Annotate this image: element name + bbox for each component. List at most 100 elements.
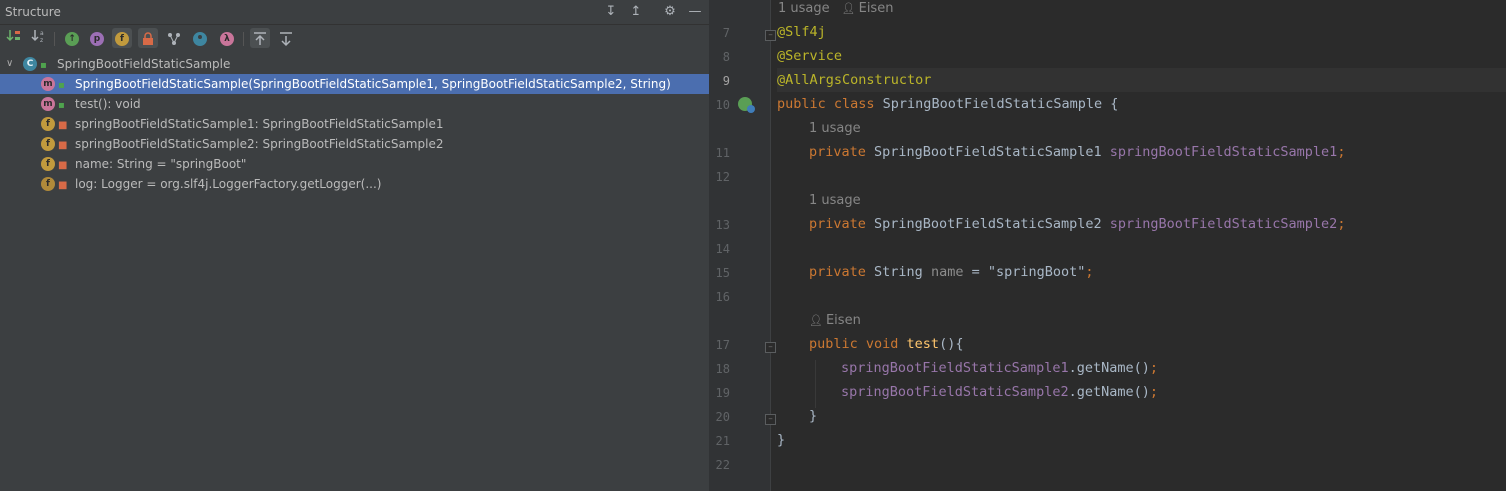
punctuation: ;: [1337, 216, 1346, 232]
lock-icon: ■: [58, 160, 68, 171]
person-icon: 👤︎: [809, 314, 823, 327]
keyword: private: [809, 264, 875, 280]
method-name: test: [906, 336, 940, 352]
annotation: @AllArgsConstructor: [777, 72, 932, 88]
punctuation: ;: [1337, 144, 1346, 160]
public-icon: ▪: [58, 100, 65, 111]
class-icon: C: [23, 57, 37, 71]
code-line: }: [777, 428, 785, 452]
punctuation: }: [777, 432, 786, 448]
line-number: 12: [715, 170, 730, 184]
method-call: .getName(): [1068, 360, 1150, 376]
expand-all-icon[interactable]: ↧: [602, 3, 620, 21]
code-line-current: @AllArgsConstructor: [777, 68, 1506, 92]
operator: =: [963, 264, 988, 280]
line-number: 8: [722, 50, 730, 64]
tree-member-row[interactable]: f ■ springBootFieldStaticSample2: Spring…: [0, 134, 709, 154]
code-line: private SpringBootFieldStaticSample1 spr…: [809, 140, 1345, 164]
string-literal: "springBoot": [987, 264, 1086, 280]
member-label: SpringBootFieldStaticSample(SpringBootFi…: [75, 77, 671, 91]
gear-icon[interactable]: ⚙: [661, 3, 679, 21]
code-line: @Slf4j: [777, 20, 826, 44]
punctuation: }: [809, 408, 818, 424]
show-lambdas-icon[interactable]: λ: [217, 28, 237, 48]
field-name: springBootFieldStaticSample2: [841, 384, 1069, 400]
unlock-icon: ▪: [40, 60, 47, 71]
code-line: @Service: [777, 44, 842, 68]
keyword: public class: [777, 96, 883, 112]
member-label: log: Logger = org.slf4j.LoggerFactory.ge…: [75, 177, 382, 191]
spring-bean-icon[interactable]: [738, 97, 755, 113]
show-interfaces-icon[interactable]: [190, 28, 210, 48]
method-icon: m: [41, 97, 55, 111]
line-number: 16: [715, 290, 730, 304]
author-hint[interactable]: 👤︎ Eisen: [809, 310, 861, 332]
field-name: springBootFieldStaticSample1: [1109, 144, 1338, 160]
usage-hint[interactable]: 1 usage 👤︎ Eisen: [778, 0, 893, 18]
code-line: public class SpringBootFieldStaticSample…: [777, 92, 1118, 116]
fold-marker-icon[interactable]: −: [765, 342, 776, 353]
svg-text:z: z: [40, 37, 43, 44]
tree-member-row[interactable]: f ■ log: Logger = org.slf4j.LoggerFactor…: [0, 174, 709, 194]
line-number: 20: [715, 410, 730, 424]
punctuation: (){: [939, 336, 964, 352]
minimize-icon[interactable]: —: [686, 3, 704, 21]
annotation: @Service: [777, 48, 843, 64]
code-line: private SpringBootFieldStaticSample2 spr…: [809, 212, 1345, 236]
line-number: 10: [715, 98, 730, 112]
code-line: springBootFieldStaticSample1.getName();: [841, 356, 1158, 380]
show-inherited-icon[interactable]: ↑: [62, 28, 82, 48]
code-area[interactable]: 1 usage 👤︎ Eisen 1 usage 1 usage 👤︎ Eisen @…: [777, 0, 1506, 491]
panel-title: Structure: [5, 5, 61, 19]
show-anonymous-icon[interactable]: [164, 28, 184, 48]
chevron-down-icon[interactable]: ∨: [6, 54, 13, 74]
class-label: SpringBootFieldStaticSample: [57, 57, 231, 71]
tree-member-row[interactable]: f ■ springBootFieldStaticSample1: Spring…: [0, 114, 709, 134]
method-icon: m: [41, 77, 55, 91]
keyword: private: [809, 216, 875, 232]
show-fields-icon[interactable]: f: [112, 28, 132, 48]
line-number: 19: [715, 386, 730, 400]
sort-visibility-icon[interactable]: [4, 28, 24, 48]
tree-class-node[interactable]: ∨ C ▪ SpringBootFieldStaticSample: [0, 54, 709, 74]
field-icon: f: [41, 137, 55, 151]
line-number: 9: [722, 74, 730, 88]
sort-alpha-icon[interactable]: az: [29, 28, 49, 48]
usage-hint[interactable]: 1 usage: [809, 190, 861, 212]
code-line: private String name = "springBoot";: [809, 260, 1094, 284]
autoscroll-from-source-icon[interactable]: [276, 28, 296, 48]
indent-guide: [815, 360, 816, 408]
punctuation: ;: [1149, 360, 1158, 376]
person-icon: 👤︎: [841, 2, 856, 15]
code-line: springBootFieldStaticSample2.getName();: [841, 380, 1158, 404]
member-label: springBootFieldStaticSample2: SpringBoot…: [75, 137, 444, 151]
fold-marker-icon[interactable]: −: [765, 414, 776, 425]
usage-count: 1 usage: [778, 1, 830, 16]
show-non-public-icon[interactable]: [138, 28, 158, 48]
autoscroll-to-source-icon[interactable]: [250, 28, 270, 48]
type: SpringBootFieldStaticSample2: [874, 216, 1110, 232]
code-editor[interactable]: 7 8 9 10 11 12 13 14 15 16 17 18 19 20 2…: [709, 0, 1506, 491]
keyword: private: [809, 144, 875, 160]
toolbar-separator: [243, 32, 244, 46]
show-properties-icon[interactable]: p: [87, 28, 107, 48]
svg-text:a: a: [40, 30, 44, 37]
collapse-all-icon[interactable]: ↥: [627, 3, 645, 21]
fold-marker-icon[interactable]: −: [765, 30, 776, 41]
field-icon: f: [41, 117, 55, 131]
code-line: public void test(){: [809, 332, 963, 356]
tree-member-row[interactable]: f ■ name: String = "springBoot": [0, 154, 709, 174]
code-line: }: [809, 404, 817, 428]
punctuation: ;: [1085, 264, 1094, 280]
member-label: test(): void: [75, 97, 141, 111]
line-number: 18: [715, 362, 730, 376]
tree-member-row[interactable]: m ▪ test(): void: [0, 94, 709, 114]
lock-icon: ■: [58, 120, 68, 131]
field-name: name: [930, 264, 964, 280]
author-name: Eisen: [858, 1, 894, 16]
annotation: @Slf4j: [777, 24, 826, 40]
usage-hint[interactable]: 1 usage: [809, 118, 861, 140]
panel-header: Structure ↧ ↥ ⚙ —: [0, 0, 709, 25]
tree-member-row[interactable]: m ▪ SpringBootFieldStaticSample(SpringBo…: [0, 74, 709, 94]
line-number: 7: [722, 26, 730, 40]
